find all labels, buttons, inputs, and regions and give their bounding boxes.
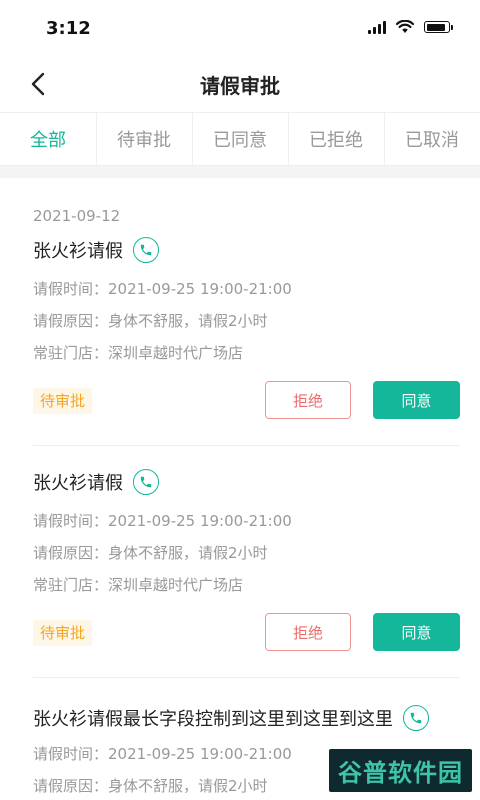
phone-icon[interactable]	[133, 237, 159, 263]
tab-approved[interactable]: 已同意	[192, 113, 288, 165]
tab-bar: 全部 待审批 已同意 已拒绝 已取消	[0, 113, 480, 166]
tab-all[interactable]: 全部	[0, 113, 96, 165]
request-name: 张火衫请假	[33, 241, 123, 262]
reject-button[interactable]: 拒绝	[265, 613, 351, 651]
status-time: 3:12	[46, 18, 91, 39]
request-time: 请假时间：2021-09-25 19:00-21:00	[33, 745, 292, 763]
request-reason: 请假原因：身体不舒服，请假2小时	[33, 544, 268, 562]
request-name-row: 张火衫请假	[33, 469, 159, 495]
tab-cancelled[interactable]: 已取消	[384, 113, 480, 165]
request-card: 张火衫请假 请假时间：2021-09-25 19:00-21:00 请假原因：身…	[0, 446, 480, 678]
approve-button[interactable]: 同意	[373, 381, 460, 419]
signal-icon	[368, 20, 386, 34]
wifi-icon	[396, 20, 414, 33]
request-time: 请假时间：2021-09-25 19:00-21:00	[33, 512, 292, 530]
tab-pending[interactable]: 待审批	[96, 113, 192, 165]
nav-bar: 请假审批	[0, 56, 480, 113]
battery-icon	[424, 21, 453, 33]
section-divider	[0, 166, 480, 178]
phone-icon[interactable]	[403, 705, 429, 731]
request-name: 张火衫请假最长字段控制到这里到这里到这里	[33, 709, 393, 730]
request-name: 张火衫请假	[33, 473, 123, 494]
reject-button[interactable]: 拒绝	[265, 381, 351, 419]
status-icons	[368, 20, 453, 34]
request-store: 常驻门店：深圳卓越时代广场店	[33, 344, 244, 362]
phone-icon[interactable]	[133, 469, 159, 495]
request-reason: 请假原因：身体不舒服，请假2小时	[33, 777, 268, 795]
tab-rejected[interactable]: 已拒绝	[288, 113, 384, 165]
request-reason: 请假原因：身体不舒服，请假2小时	[33, 312, 268, 330]
request-card: 张火衫请假 请假时间：2021-09-25 19:00-21:00 请假原因：身…	[0, 178, 480, 446]
request-time: 请假时间：2021-09-25 19:00-21:00	[33, 280, 292, 298]
watermark-logo: 谷普软件园	[329, 749, 472, 792]
approve-button[interactable]: 同意	[373, 613, 460, 651]
request-name-row: 张火衫请假最长字段控制到这里到这里到这里	[33, 705, 429, 731]
status-bar: 3:12	[0, 0, 480, 56]
page-title: 请假审批	[200, 74, 280, 98]
request-name-row: 张火衫请假	[33, 237, 159, 263]
request-list: 2021-09-12 张火衫请假 请假时间：2021-09-25 19:00-2…	[0, 178, 480, 800]
status-badge: 待审批	[33, 388, 93, 414]
status-badge: 待审批	[33, 620, 93, 646]
request-store: 常驻门店：深圳卓越时代广场店	[33, 576, 244, 594]
watermark-text: 谷普软件园	[338, 759, 463, 787]
